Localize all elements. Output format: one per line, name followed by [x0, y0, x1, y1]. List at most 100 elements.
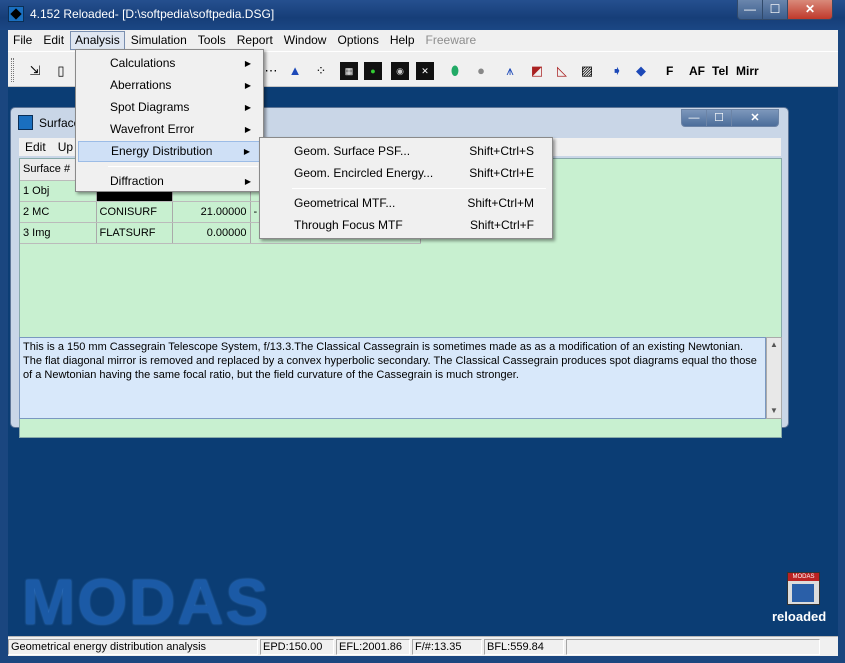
toolbar-tel-button[interactable]: Tel	[712, 64, 728, 78]
menu-item-geom-encircled-energy[interactable]: Geom. Encircled Energy... Shift+Ctrl+E	[262, 163, 550, 184]
close-button[interactable]: ✕	[787, 0, 833, 20]
child-close-button[interactable]: ✕	[731, 109, 779, 127]
toolbar-af-button[interactable]: AF	[689, 64, 705, 78]
menu-item-aberrations[interactable]: Aberrations ▶	[78, 75, 261, 96]
toolbar-f-button[interactable]: F	[666, 64, 673, 78]
menu-item-label: Wavefront Error	[110, 122, 195, 136]
energy-distribution-submenu: Geom. Surface PSF... Shift+Ctrl+S Geom. …	[259, 137, 553, 239]
menu-freeware: Freeware	[425, 33, 477, 47]
image-plot-icon[interactable]: ▨	[578, 62, 596, 80]
mirror-icon[interactable]: ⬮	[446, 62, 464, 80]
menu-item-label: Geometrical MTF...	[294, 196, 396, 210]
menu-bar: File Edit Analysis Simulation Tools Repo…	[8, 30, 838, 51]
menu-item-shortcut: Shift+Ctrl+M	[467, 196, 534, 210]
menu-item-geometrical-mtf[interactable]: Geometrical MTF... Shift+Ctrl+M	[262, 193, 550, 214]
menu-item-label: Energy Distribution	[111, 144, 213, 158]
mtf-plot-icon[interactable]: ◺	[553, 62, 571, 80]
submenu-arrow-icon: ▶	[244, 81, 251, 90]
modas-logo: MODAS	[22, 566, 271, 638]
new-file-icon[interactable]: ▯	[52, 62, 70, 80]
menu-item-diffraction[interactable]: Diffraction ▶	[78, 171, 261, 192]
menu-item-shortcut: Shift+Ctrl+E	[469, 166, 534, 180]
menu-window[interactable]: Window	[279, 31, 332, 50]
modas-small-logo-icon: MODAS	[787, 572, 820, 605]
child-maximize-button[interactable]: ☐	[706, 109, 732, 127]
menu-item-shortcut: Shift+Ctrl+F	[469, 218, 534, 232]
child-minimize-button[interactable]: —	[681, 109, 707, 127]
toolbar-mirr-button[interactable]: Mirr	[736, 64, 759, 78]
menu-item-shortcut: Shift+Ctrl+S	[469, 144, 534, 158]
menu-analysis[interactable]: Analysis	[70, 31, 125, 50]
sphere-icon[interactable]: ●	[472, 62, 490, 80]
menu-item-label: Through Focus MTF	[294, 218, 403, 232]
child-menu-edit[interactable]: Edit	[19, 140, 52, 154]
menu-item-calculations[interactable]: Calculations ▶	[78, 53, 261, 74]
scroll-up-icon[interactable]: ▲	[770, 340, 778, 349]
scroll-down-icon[interactable]: ▼	[770, 406, 778, 415]
menu-simulation[interactable]: Simulation	[126, 31, 192, 50]
curve-plot-icon[interactable]: ◩	[528, 62, 546, 80]
left-frame	[0, 30, 8, 656]
optimize-icon[interactable]: ◆	[632, 62, 650, 80]
scatter-icon[interactable]: ⁘	[312, 62, 330, 80]
surface-cell[interactable]: 3 Img	[20, 222, 97, 244]
menu-item-label: Aberrations	[110, 78, 172, 92]
status-epd: EPD:150.00	[260, 639, 334, 655]
description-text[interactable]: This is a 150 mm Cassegrain Telescope Sy…	[19, 337, 766, 419]
submenu-arrow-icon: ▶	[244, 125, 251, 134]
toolbar-grip[interactable]	[11, 58, 14, 82]
status-message: Geometrical energy distribution analysis	[8, 639, 258, 655]
menu-edit[interactable]: Edit	[38, 31, 69, 50]
reloaded-label: reloaded	[772, 609, 827, 624]
grid-pattern-icon[interactable]: ▦	[340, 62, 358, 80]
menu-item-energy-distribution[interactable]: Energy Distribution ▶	[78, 141, 261, 162]
menu-item-label: Geom. Encircled Energy...	[294, 166, 434, 180]
menu-item-geom-surface-psf[interactable]: Geom. Surface PSF... Shift+Ctrl+S	[262, 141, 550, 162]
window-title: 4.152 Reloaded- [D:\softpedia\softpedia.…	[30, 7, 275, 21]
status-bar: Geometrical energy distribution analysis…	[8, 636, 838, 656]
menu-item-wavefront-error[interactable]: Wavefront Error ▶	[78, 119, 261, 140]
analysis-menu: Calculations ▶ Aberrations ▶ Spot Diagra…	[75, 49, 264, 192]
menu-separator	[108, 166, 258, 167]
spot-icon[interactable]: ●	[364, 62, 382, 80]
menu-item-label: Spot Diagrams	[110, 100, 190, 114]
table-empty-area	[20, 247, 781, 347]
type-cell[interactable]: CONISURF	[96, 201, 173, 223]
wand-icon[interactable]: ⇲	[26, 62, 44, 80]
interferogram-icon[interactable]: ✕	[416, 62, 434, 80]
maximize-button[interactable]: ☐	[762, 0, 788, 20]
status-efl: EFL:2001.86	[336, 639, 410, 655]
surface-window-icon[interactable]	[18, 115, 33, 130]
description-scrollbar[interactable]: ▲ ▼	[766, 337, 782, 419]
surface-cell[interactable]: 2 MC	[20, 201, 97, 223]
menu-help[interactable]: Help	[385, 31, 420, 50]
status-bfl: BFL:559.84	[484, 639, 564, 655]
submenu-arrow-icon: ▶	[244, 103, 251, 112]
submenu-arrow-icon: ▶	[244, 59, 251, 68]
right-frame	[838, 30, 845, 656]
menu-report[interactable]: Report	[232, 31, 278, 50]
surface-plot-icon[interactable]: ⩚	[501, 62, 519, 80]
psf-icon[interactable]: ◉	[391, 62, 409, 80]
ray-trace-icon[interactable]: ➧	[608, 62, 626, 80]
value-cell[interactable]: 0.00000	[172, 222, 251, 244]
menu-separator	[292, 188, 546, 189]
type-cell[interactable]: FLATSURF	[96, 222, 173, 244]
app-icon[interactable]	[8, 6, 24, 22]
value-cell[interactable]: 21.00000	[172, 201, 251, 223]
submenu-arrow-icon: ▶	[243, 147, 250, 156]
bottom-frame	[0, 656, 845, 663]
status-fnum: F/#:13.35	[412, 639, 482, 655]
menu-file[interactable]: File	[8, 31, 37, 50]
menu-item-label: Diffraction	[110, 174, 164, 188]
menu-tools[interactable]: Tools	[193, 31, 231, 50]
lens-icon[interactable]: ▲	[286, 62, 304, 80]
menu-item-spot-diagrams[interactable]: Spot Diagrams ▶	[78, 97, 261, 118]
menu-item-label: Calculations	[110, 56, 176, 70]
menu-item-through-focus-mtf[interactable]: Through Focus MTF Shift+Ctrl+F	[262, 215, 550, 236]
dots-icon[interactable]: ⋯	[262, 62, 280, 80]
small-logo-text: MODAS	[788, 573, 819, 581]
status-empty-pane	[566, 639, 820, 655]
minimize-button[interactable]: —	[737, 0, 763, 20]
menu-options[interactable]: Options	[332, 31, 383, 50]
